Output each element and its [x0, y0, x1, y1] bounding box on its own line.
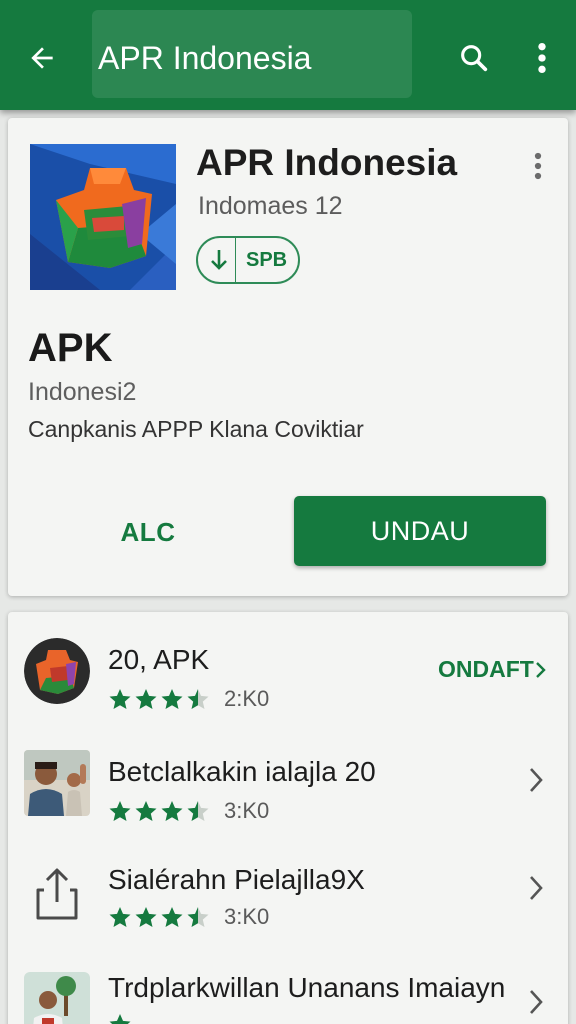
- card-overflow-button[interactable]: [526, 146, 550, 186]
- chevron-right-icon: [524, 870, 548, 906]
- star-icon: [161, 801, 183, 821]
- appbar-title: APR Indonesia: [98, 40, 312, 76]
- list-item-action-link[interactable]: ONDAFT: [438, 656, 548, 683]
- apk-description: Canpkanis APPP Klana Coviktiar: [28, 416, 364, 442]
- app-logo-thumbnail: [24, 638, 90, 704]
- star-half-icon: [187, 907, 209, 927]
- more-vert-icon: [538, 42, 546, 74]
- arrow-back-icon: [31, 47, 53, 69]
- star-half-icon: [187, 801, 209, 821]
- list-item[interactable]: Sialérahn Pielajlla9X 3:K0: [8, 852, 568, 962]
- star-icon: [135, 689, 157, 709]
- rating-stars: 3:K0: [108, 798, 269, 824]
- chevron-right-icon: [524, 984, 548, 1020]
- star-half-icon: [187, 689, 209, 709]
- app-bar: APR Indonesia: [0, 0, 576, 110]
- list-item-title: 20, APK: [108, 644, 210, 675]
- search-icon: [461, 45, 488, 72]
- overflow-menu-button[interactable]: [524, 38, 560, 78]
- list-item[interactable]: 20, APK 2:K0 ONDAFT: [8, 630, 568, 740]
- apk-heading: APK: [28, 326, 113, 370]
- share-icon: [24, 860, 90, 926]
- developer-name[interactable]: Indomaes 12: [198, 192, 343, 221]
- review-count: 3:K0: [224, 904, 270, 929]
- rating-stars: [108, 1012, 134, 1024]
- size-chip-label: SPB: [246, 248, 288, 271]
- list-item[interactable]: Betclalkakin ialajla 20 3:K0: [8, 742, 568, 852]
- chevron-right-icon: [524, 762, 548, 798]
- apk-subtitle: Indonesi2: [28, 378, 137, 406]
- more-vert-icon: [534, 152, 542, 180]
- app-icon: [30, 144, 176, 290]
- star-icon: [135, 907, 157, 927]
- review-count: 2:K0: [224, 686, 270, 711]
- list-item-title: Betclalkakin ialajla 20: [108, 756, 376, 787]
- app-detail-card: APR Indonesia Indomaes 12 SPB APK Indone…: [8, 118, 568, 596]
- star-icon: [109, 801, 131, 821]
- download-size-chip[interactable]: SPB: [196, 236, 300, 284]
- related-apps-list: 20, APK 2:K0 ONDAFT Betclalkakin ialajla…: [8, 612, 568, 1024]
- star-icon: [109, 1014, 131, 1024]
- star-icon: [161, 907, 183, 927]
- star-icon: [135, 801, 157, 821]
- back-button[interactable]: [22, 38, 62, 78]
- star-icon: [161, 689, 183, 709]
- star-icon: [109, 907, 131, 927]
- search-button[interactable]: [454, 38, 494, 78]
- review-count: 3:K0: [224, 798, 270, 823]
- rating-stars: 3:K0: [108, 904, 269, 930]
- rating-stars: 2:K0: [108, 686, 269, 712]
- list-item-title: Trdplarkwillan Unanans Imaiayn: [108, 972, 506, 1003]
- list-item-title: Sialérahn Pielajlla9X: [108, 864, 365, 895]
- photo-thumbnail: [24, 972, 90, 1024]
- download-arrow-icon: [202, 238, 236, 282]
- star-icon: [109, 689, 131, 709]
- list-item[interactable]: Trdplarkwillan Unanans Imaiayn: [8, 962, 568, 1024]
- install-button[interactable]: UNDAU: [294, 496, 546, 566]
- action-label: ONDAFT: [438, 656, 534, 682]
- app-name: APR Indonesia: [196, 142, 458, 183]
- chevron-right-icon: [535, 661, 546, 678]
- secondary-action-button[interactable]: ALC: [100, 508, 196, 556]
- photo-thumbnail: [24, 750, 90, 816]
